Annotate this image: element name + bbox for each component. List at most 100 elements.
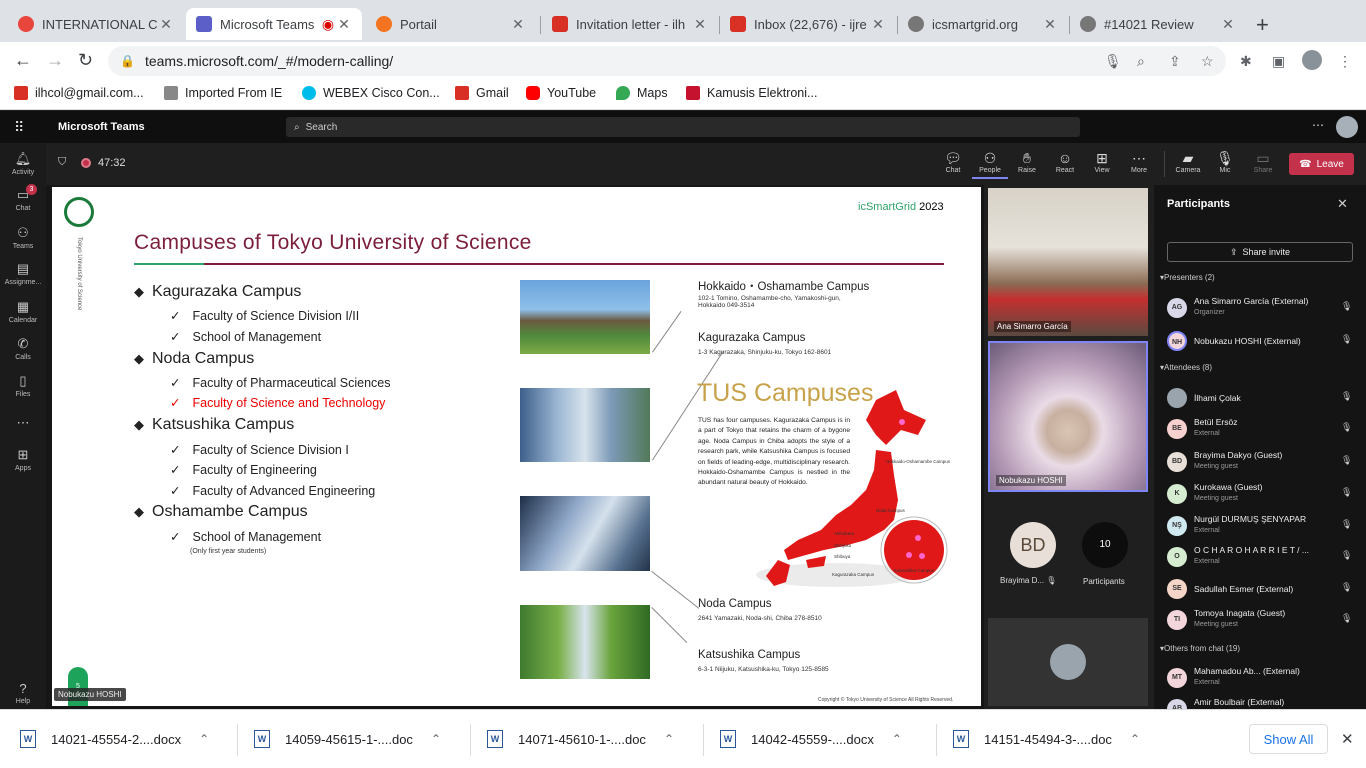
app-launcher-icon[interactable]: ⠿ (14, 119, 24, 136)
participant-row[interactable]: O O C H A R O H A R R I E T / ... External… (1167, 544, 1357, 572)
leader-line (651, 571, 700, 609)
participant-overflow-count[interactable]: 10 (1082, 522, 1128, 568)
participant-row[interactable]: SE Sadullah Esmer (External) 🎙︎ (1167, 576, 1357, 604)
back-icon[interactable]: ← (14, 50, 32, 71)
rail-chat[interactable]: ▭ 3 Chat (0, 184, 46, 212)
participant-row[interactable]: TI Tomoya Inagata (Guest) Meeting guest 🎙︎ (1167, 607, 1357, 635)
bookmark-item[interactable]: Kamusis Elektroni... (686, 86, 817, 100)
close-icon[interactable]: ✕ (1341, 730, 1354, 748)
raise-hand-button[interactable]: ✋︎ Raise (1009, 150, 1045, 174)
menu-icon[interactable]: ⋮ (1338, 53, 1352, 70)
chevron-up-icon[interactable]: ⌃ (431, 732, 441, 746)
participant-row[interactable]: MT Mahamadou Ab... (External) External (1167, 665, 1357, 693)
chevron-up-icon[interactable]: ⌃ (664, 732, 674, 746)
side-panel-icon[interactable]: ▣ (1272, 53, 1285, 70)
browser-tab[interactable]: Portail ✕ (366, 8, 536, 40)
video-tile[interactable]: Ana Simarro García (988, 188, 1148, 336)
self-video-tile[interactable] (988, 618, 1148, 706)
user-avatar[interactable] (1336, 116, 1358, 138)
rail-help[interactable]: ? Help (0, 681, 46, 705)
url-bar[interactable]: 🔒 teams.microsoft.com/_#/modern-calling/ (108, 46, 1226, 76)
bookmark-item[interactable]: YouTube (526, 86, 596, 100)
campus-heading: Kagurazaka Campus (134, 283, 301, 301)
download-item[interactable]: W 14059-45615-1-....doc ⌃ (254, 730, 441, 748)
bookmark-star-icon[interactable]: ☆ (1201, 53, 1214, 70)
rail-apps[interactable]: ⊞ Apps (0, 447, 46, 472)
participant-row[interactable]: İlhami Çolak 🎙︎ (1167, 385, 1357, 413)
close-icon[interactable]: ✕ (692, 16, 708, 33)
others-section-header[interactable]: Others from chat (19) (1160, 644, 1240, 653)
close-icon[interactable]: ✕ (1337, 196, 1348, 212)
rail-label: Files (15, 391, 31, 398)
search-input[interactable]: ⌕ Search (286, 117, 1080, 137)
shield-icon: ⛉ (58, 156, 67, 168)
download-item[interactable]: W 14151-45494-3-....doc ⌃ (953, 730, 1140, 748)
rail-activity[interactable]: 🔔︎ Activity (0, 151, 46, 176)
mic-off-icon: 🎙︎ (1046, 576, 1057, 585)
people-button[interactable]: ⚇ People (972, 150, 1008, 179)
bookmark-item[interactable]: ilhcol@gmail.com... (14, 86, 144, 100)
bookmark-label: Imported From IE (185, 86, 283, 100)
reload-icon[interactable]: ↻ (78, 50, 93, 71)
bookmark-item[interactable]: Maps (616, 86, 668, 100)
chevron-up-icon[interactable]: ⌃ (892, 732, 902, 746)
rail-calls[interactable]: ✆ Calls (0, 336, 46, 361)
rail-assignments[interactable]: ▤ Assignme... (0, 261, 46, 286)
close-icon[interactable]: ✕ (158, 16, 174, 33)
participant-avatar[interactable]: BD (1010, 522, 1056, 568)
extensions-icon[interactable]: ✱ (1240, 53, 1252, 70)
browser-tab-active[interactable]: Microsoft Teams ◉ ✕ (186, 8, 362, 40)
browser-tab[interactable]: INTERNATIONAL CO ✕ (8, 8, 184, 40)
rail-teams[interactable]: ⚇ Teams (0, 225, 46, 250)
participant-row[interactable]: NH Nobukazu HOSHI (External) 🎙︎ (1167, 328, 1357, 356)
close-icon[interactable]: ✕ (336, 16, 352, 33)
close-icon[interactable]: ✕ (1042, 16, 1058, 33)
profile-avatar[interactable] (1302, 50, 1322, 70)
participant-row[interactable]: BE Betül Ersöz External 🎙︎ (1167, 416, 1357, 444)
chat-button[interactable]: 💬︎ Chat (935, 150, 971, 174)
zoom-icon[interactable]: ⌕ (1137, 53, 1145, 70)
share-button[interactable]: ▭ Share (1245, 150, 1281, 174)
attendees-section-header[interactable]: Attendees (8) (1160, 363, 1212, 372)
mic-button[interactable]: 🎙︎ Mic (1207, 150, 1243, 174)
leave-button[interactable]: ☎ Leave (1289, 153, 1354, 175)
participant-row[interactable]: AG Ana Simarro García (External) Organizer… (1167, 295, 1357, 323)
campus-heading: Noda Campus (134, 350, 254, 368)
more-button[interactable]: ⋯ More (1121, 150, 1157, 174)
microphone-icon[interactable]: 🎙 (1104, 53, 1122, 70)
more-options-icon[interactable]: ⋯ (1312, 118, 1324, 132)
browser-tab[interactable]: Invitation letter - ilh ✕ (542, 8, 718, 40)
download-item[interactable]: W 14021-45554-2....docx ⌃ (20, 730, 209, 748)
camera-button[interactable]: ▰ Camera (1170, 150, 1206, 174)
download-item[interactable]: W 14042-45559-....docx ⌃ (720, 730, 902, 748)
bookmark-item[interactable]: WEBEX Cisco Con... (302, 86, 440, 100)
view-button[interactable]: ⊞ View (1084, 150, 1120, 174)
participant-row[interactable]: NŞ Nurgül DURMUŞ ŞENYAPAR External 🎙︎ (1167, 513, 1357, 541)
new-tab-button[interactable]: + (1256, 12, 1269, 38)
participant-row[interactable]: K Kurokawa (Guest) Meeting guest 🎙︎ (1167, 481, 1357, 509)
rail-more[interactable]: ⋯ (0, 415, 46, 433)
download-item[interactable]: W 14071-45610-1-....doc ⌃ (487, 730, 674, 748)
browser-tab[interactable]: icsmartgrid.org ✕ (898, 8, 1068, 40)
slide-title: Campuses of Tokyo University of Science (134, 231, 532, 254)
bookmark-item[interactable]: Gmail (455, 86, 509, 100)
browser-tab[interactable]: #14021 Review ✕ (1070, 8, 1246, 40)
forward-icon[interactable]: → (46, 50, 64, 71)
chevron-up-icon[interactable]: ⌃ (1130, 732, 1140, 746)
show-all-downloads-button[interactable]: Show All (1249, 724, 1328, 754)
bookmark-item[interactable]: Imported From IE (164, 86, 282, 100)
share-icon[interactable]: ⇪ (1169, 53, 1181, 70)
rail-files[interactable]: ▯ Files (0, 373, 46, 398)
chevron-up-icon[interactable]: ⌃ (199, 732, 209, 746)
presenters-section-header[interactable]: Presenters (2) (1160, 273, 1215, 282)
close-icon[interactable]: ✕ (510, 16, 526, 33)
participant-row[interactable]: BD Brayima Dakyo (Guest) Meeting guest 🎙︎ (1167, 449, 1357, 477)
close-icon[interactable]: ✕ (1220, 16, 1236, 33)
rail-calendar[interactable]: ▦ Calendar (0, 299, 46, 324)
react-button[interactable]: ☺ React (1047, 150, 1083, 174)
share-invite-button[interactable]: ⇪ Share invite (1167, 242, 1353, 262)
participant-row[interactable]: AB Amir Boulbair (External) (1167, 696, 1357, 709)
close-icon[interactable]: ✕ (870, 16, 886, 33)
browser-tab[interactable]: Inbox (22,676) - ijre ✕ (720, 8, 896, 40)
video-tile-active-speaker[interactable]: Nobukazu HOSHI (988, 341, 1148, 492)
